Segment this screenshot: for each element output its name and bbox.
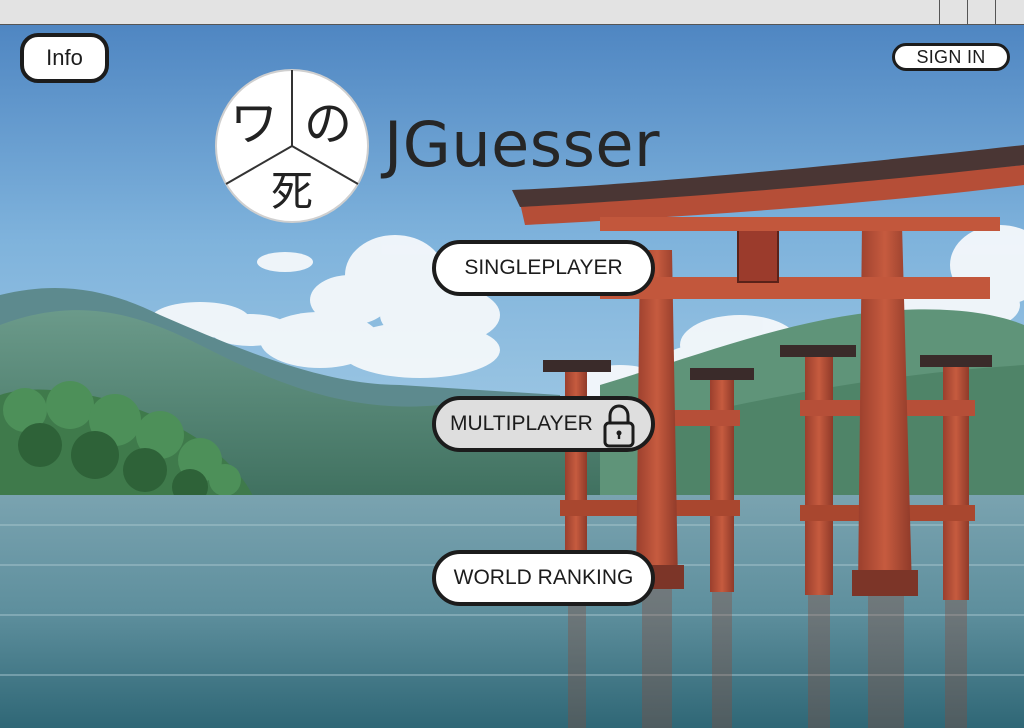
window-control-close[interactable] bbox=[995, 0, 1023, 24]
sign-in-button[interactable]: SIGN IN bbox=[892, 43, 1010, 71]
world-ranking-button[interactable]: WORLD RANKING bbox=[432, 550, 655, 606]
window-control-maximize[interactable] bbox=[967, 0, 995, 24]
app-window: Info SIGN IN ワ の 死 JGuesser SINGLEPLAYER… bbox=[0, 0, 1024, 728]
singleplayer-button[interactable]: SINGLEPLAYER bbox=[432, 240, 655, 296]
window-control-minimize[interactable] bbox=[939, 0, 967, 24]
multiplayer-button-label: MULTIPLAYER bbox=[450, 412, 593, 435]
window-titlebar bbox=[0, 0, 1024, 25]
app-title: JGuesser bbox=[384, 108, 661, 181]
sign-in-button-label: SIGN IN bbox=[916, 46, 986, 67]
info-button-label: Info bbox=[46, 45, 83, 70]
logo-glyph-no: の bbox=[304, 96, 352, 152]
info-button[interactable]: Info bbox=[20, 33, 109, 83]
lock-icon bbox=[603, 404, 635, 448]
singleplayer-button-label: SINGLEPLAYER bbox=[464, 256, 623, 279]
logo-icon: ワ の 死 bbox=[215, 69, 369, 223]
multiplayer-button[interactable]: MULTIPLAYER bbox=[432, 396, 655, 452]
logo-glyph-wa: ワ bbox=[230, 96, 278, 152]
logo-glyph-shi: 死 bbox=[271, 167, 313, 216]
world-ranking-button-label: WORLD RANKING bbox=[453, 566, 634, 589]
